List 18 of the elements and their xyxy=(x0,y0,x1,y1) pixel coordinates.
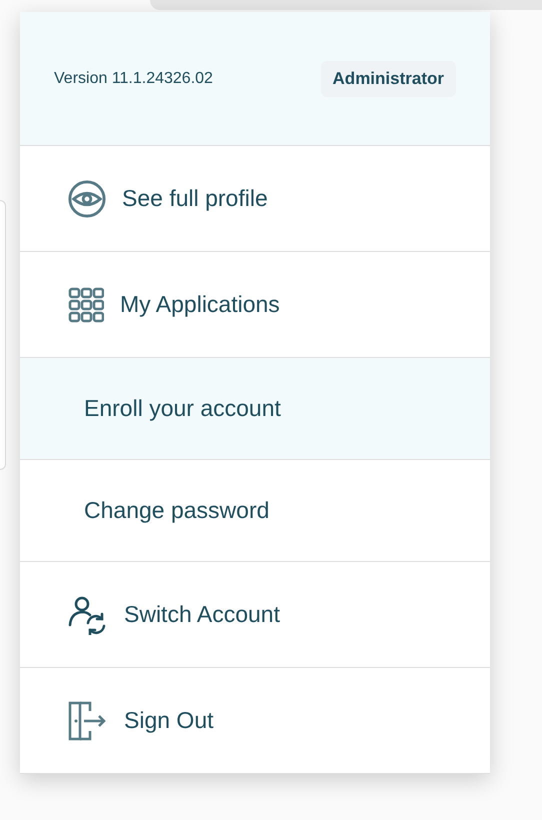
menu-item-label: Sign Out xyxy=(124,707,214,734)
menu-item[interactable]: See full profile xyxy=(20,146,490,252)
version-text: Version 11.1.24326.02 xyxy=(54,70,213,88)
menu-item-label: See full profile xyxy=(122,185,268,212)
menu-item[interactable]: Change password xyxy=(20,460,490,562)
door-exit-icon xyxy=(68,700,108,740)
menu-item[interactable]: Sign Out xyxy=(20,668,490,774)
eye-icon xyxy=(68,180,106,218)
menu-item[interactable]: Switch Account xyxy=(20,562,490,668)
menu-item[interactable]: Enroll your account xyxy=(20,358,490,460)
menu-item-label: Change password xyxy=(84,497,270,524)
menu-item-label: My Applications xyxy=(120,291,280,318)
menu-item-label: Switch Account xyxy=(124,601,280,628)
menu-item[interactable]: My Applications xyxy=(20,252,490,358)
user-switch-icon xyxy=(68,594,108,634)
menu-item-label: Enroll your account xyxy=(84,395,281,422)
role-badge: Administrator xyxy=(320,60,456,96)
grid-icon xyxy=(68,286,104,322)
